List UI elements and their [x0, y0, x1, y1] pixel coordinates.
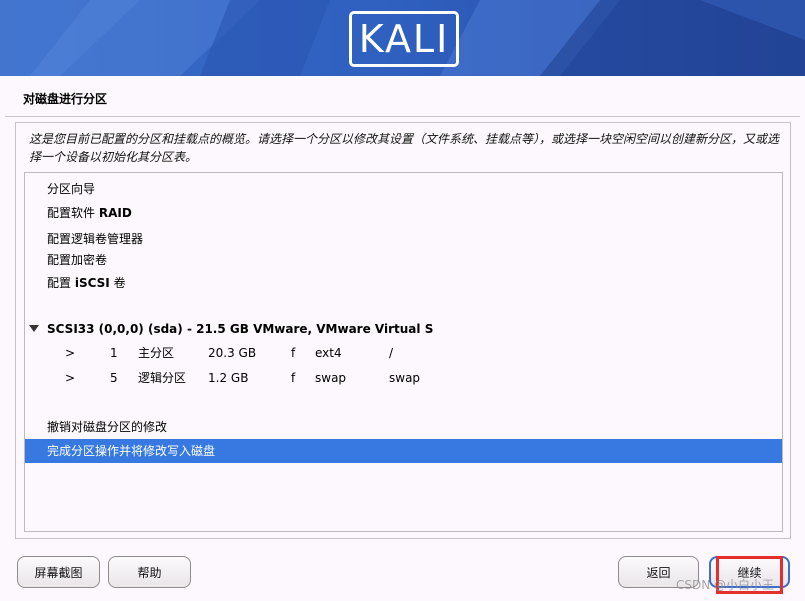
title-divider [5, 116, 800, 117]
menu-item-label: 配置加密卷 [47, 253, 108, 267]
partition-flag: f [291, 346, 296, 360]
partition-marker: > [65, 371, 76, 385]
partition-list[interactable]: 分区向导 配置软件 RAID 配置逻辑卷管理器 配置加密卷 配置 iSCSI 卷… [24, 172, 783, 532]
menu-item-configure-raid[interactable]: 配置软件 RAID [25, 201, 782, 225]
partition-fs: ext4 [315, 346, 342, 360]
watermark: CSDN @小白小王 [676, 578, 775, 592]
menu-item-label: 配置软件 [47, 206, 96, 220]
partition-type: 逻辑分区 [138, 371, 187, 385]
partition-marker: > [65, 346, 76, 360]
menu-item-label: 撤销对磁盘分区的修改 [47, 420, 168, 434]
kali-logo: KALI [349, 11, 459, 67]
kali-banner: KALI [0, 0, 805, 76]
kali-logo-text: KALI [358, 17, 450, 61]
partition-row[interactable]: > 1 主分区 20.3 GB f ext4 / [25, 341, 782, 365]
page-title: 对磁盘进行分区 [23, 92, 108, 106]
menu-item-guided-partitioning[interactable]: 分区向导 [25, 177, 782, 201]
partition-type: 主分区 [138, 346, 175, 360]
partition-size: 20.3 GB [208, 346, 257, 360]
menu-item-label-bold: iSCSI [74, 276, 110, 290]
device-label: SCSI33 (0,0,0) (sda) - 21.5 GB VMware, V… [47, 322, 434, 336]
menu-item-configure-iscsi[interactable]: 配置 iSCSI 卷 [25, 271, 782, 295]
partition-fs: swap [315, 371, 347, 385]
description-text: 这是您目前已配置的分区和挂载点的概览。请选择一个分区以修改其设置（文件系统、挂载… [29, 132, 780, 164]
partition-flag: f [291, 371, 296, 385]
menu-item-label: 完成分区操作并将修改写入磁盘 [47, 444, 216, 458]
expand-triangle-icon[interactable] [29, 325, 39, 332]
menu-item-finish-partitioning[interactable]: 完成分区操作并将修改写入磁盘 [25, 439, 782, 463]
partition-size: 1.2 GB [208, 371, 249, 385]
menu-item-undo-changes[interactable]: 撤销对磁盘分区的修改 [25, 415, 782, 439]
partition-row[interactable]: > 5 逻辑分区 1.2 GB f swap swap [25, 366, 782, 390]
menu-item-label: 配置逻辑卷管理器 [47, 232, 144, 246]
menu-item-label: 卷 [113, 276, 126, 290]
menu-item-label: 配置 [47, 276, 72, 290]
menu-item-label: 分区向导 [47, 182, 96, 196]
partition-mount: / [389, 346, 394, 360]
device-sda[interactable]: SCSI33 (0,0,0) (sda) - 21.5 GB VMware, V… [25, 317, 782, 341]
help-button[interactable]: 帮助 [108, 556, 191, 588]
screenshot-button[interactable]: 屏幕截图 [17, 556, 100, 588]
menu-item-configure-encrypted[interactable]: 配置加密卷 [25, 248, 782, 272]
partition-mount: swap [389, 371, 421, 385]
partition-number: 1 [110, 346, 118, 360]
menu-item-label-bold: RAID [98, 206, 132, 220]
partition-number: 5 [110, 371, 118, 385]
